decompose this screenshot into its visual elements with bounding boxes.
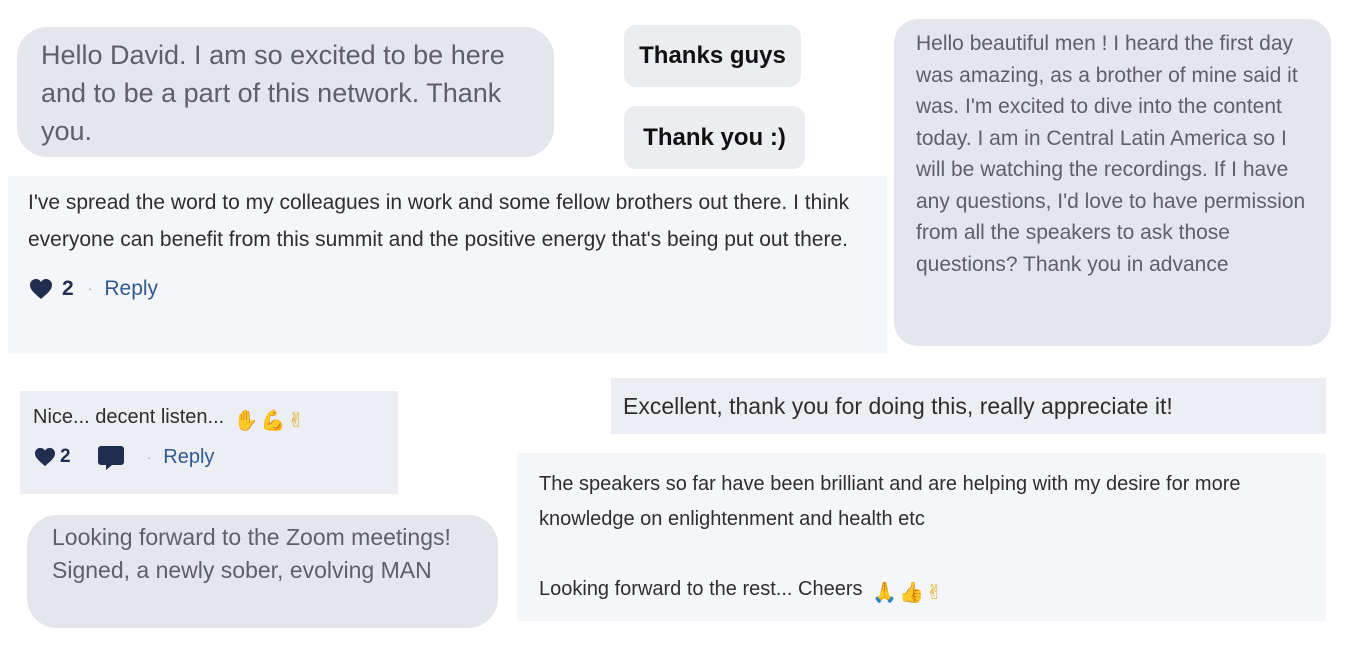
comment-text: Hello David. I am so excited to be here … <box>41 40 505 146</box>
thumbs-up-emoji-icon: 👍 <box>898 580 924 604</box>
comment-actions: 2 · Reply <box>28 270 867 307</box>
victory-hand-emoji-icon: ✌ <box>287 408 305 432</box>
reply-link[interactable]: Reply <box>163 439 214 475</box>
like-count: 2 <box>60 446 71 467</box>
comment-card-spread-the-word: I've spread the word to my colleagues in… <box>8 176 887 354</box>
comment-paragraph: Looking forward to the rest... Cheers <box>539 578 863 600</box>
comment-card-hello-david: Hello David. I am so excited to be here … <box>17 27 554 157</box>
victory-hand-emoji-icon: ✌ <box>925 580 943 604</box>
comment-text: Thanks guys <box>639 42 786 69</box>
raising-hands-emoji-icon: ✋ <box>233 408 259 432</box>
reply-link[interactable]: Reply <box>104 270 158 307</box>
comment-card-zoom-meetings: Looking forward to the Zoom meetings! Si… <box>27 515 498 628</box>
comment-card-speakers-brilliant: The speakers so far have been brilliant … <box>517 453 1326 621</box>
comment-text: Hello beautiful men ! I heard the first … <box>916 32 1306 276</box>
comment-card-hello-beautiful-men: Hello beautiful men ! I heard the first … <box>894 19 1331 346</box>
comment-text: Thank you :) <box>643 124 786 151</box>
comment-text: Looking forward to the Zoom meetings! Si… <box>52 524 451 583</box>
comment-card-thanks-guys: Thanks guys <box>624 25 801 87</box>
comment-paragraph: The speakers so far have been brilliant … <box>539 473 1241 530</box>
like-count: 2 <box>62 277 74 300</box>
emoji-group: ✋ 💪 ✌ <box>234 410 305 430</box>
comment-card-thank-you: Thank you :) <box>624 106 805 169</box>
comment-text: I've spread the word to my colleagues in… <box>28 191 850 251</box>
separator-dot: · <box>146 449 152 465</box>
comment-bubble-icon[interactable] <box>97 443 125 471</box>
heart-icon[interactable] <box>28 278 54 300</box>
flexed-biceps-emoji-icon: 💪 <box>260 408 286 432</box>
heart-icon[interactable] <box>33 447 57 467</box>
separator-dot: · <box>87 280 93 296</box>
comment-actions: 2 · Reply <box>33 439 385 475</box>
emoji-group: 🙏 👍 ✌ <box>872 582 943 602</box>
comment-card-decent-listen: Nice... decent listen... ✋ 💪 ✌ 2 · Reply <box>20 391 398 494</box>
folded-hands-emoji-icon: 🙏 <box>872 580 897 604</box>
comment-card-excellent: Excellent, thank you for doing this, rea… <box>611 378 1326 434</box>
comment-text: Excellent, thank you for doing this, rea… <box>623 393 1173 419</box>
comment-text: Nice... decent listen... <box>33 406 225 428</box>
